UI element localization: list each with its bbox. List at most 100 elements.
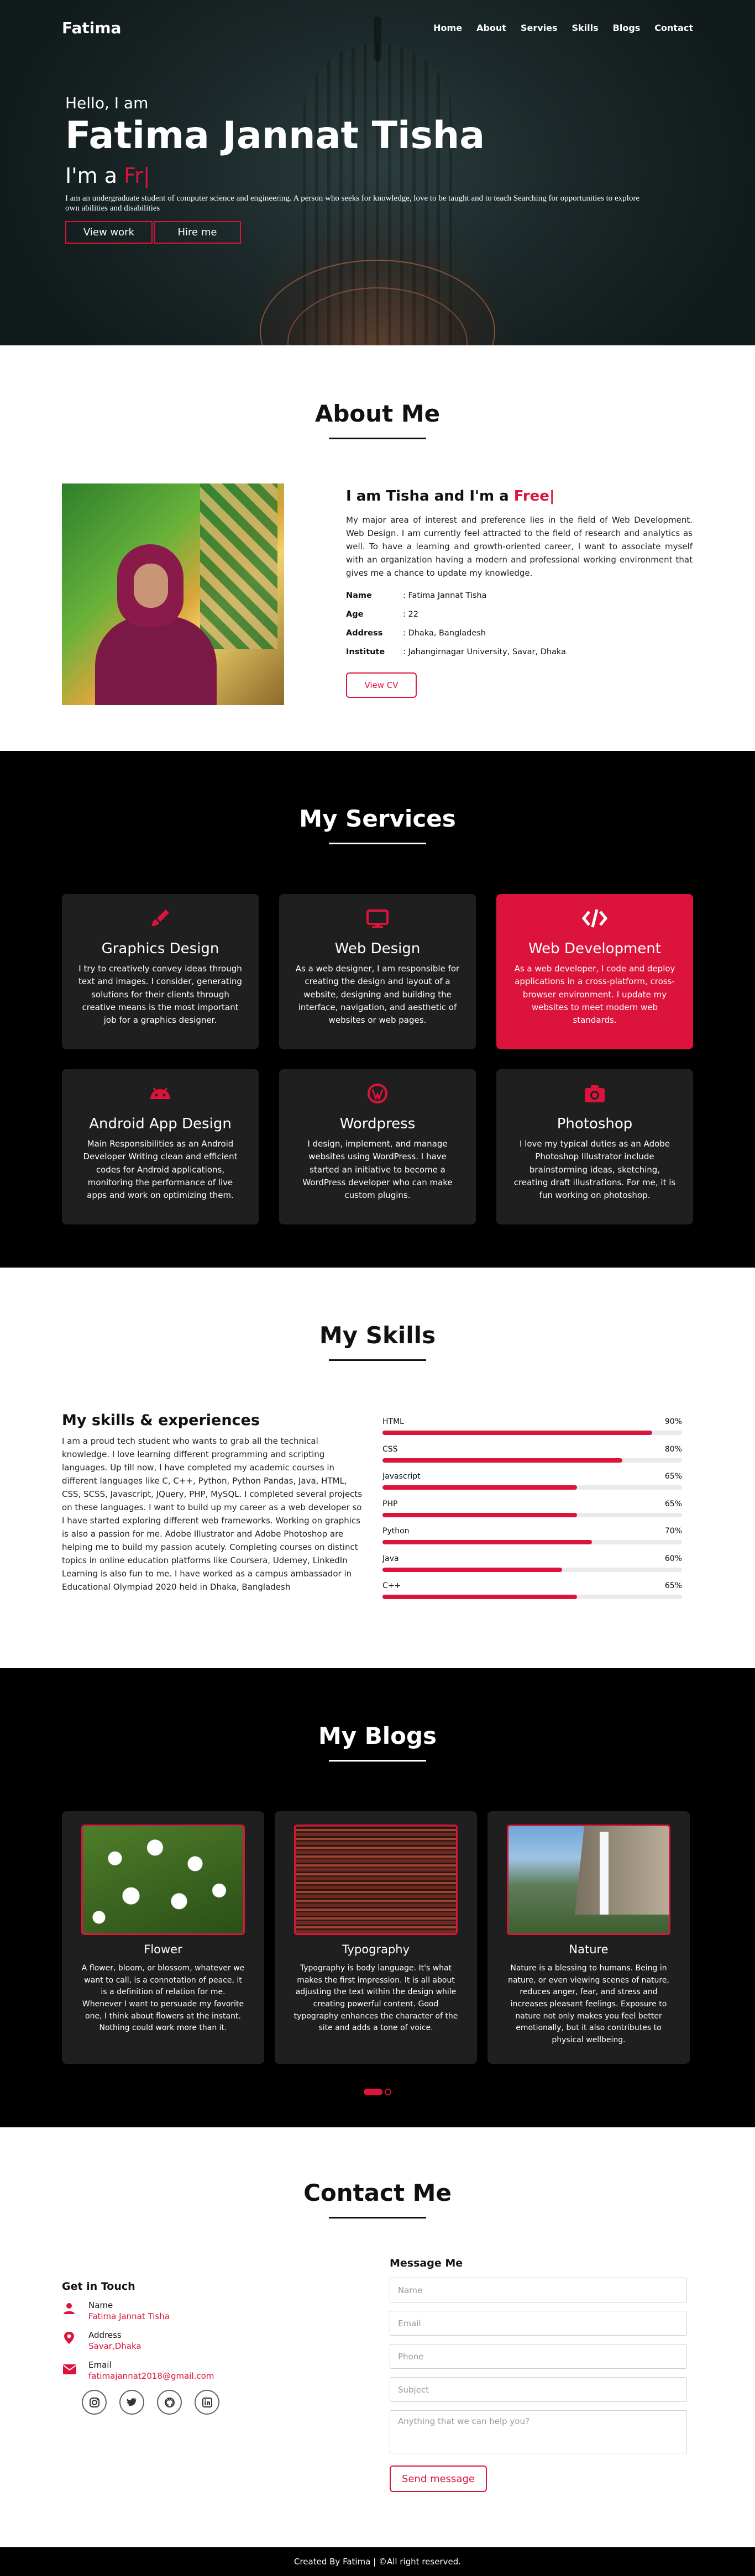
about-title: About Me: [0, 400, 755, 439]
info-key: Age: [346, 610, 364, 619]
image-cliff: [575, 1826, 669, 1915]
skills-heading: My skills & experiences: [62, 1412, 260, 1429]
skill-fill: [382, 1458, 622, 1463]
contact-email-link[interactable]: fatimajannat2018@gmail.com: [88, 2371, 214, 2381]
twitter-icon[interactable]: [119, 2390, 144, 2415]
skill-percent: 70%: [664, 1527, 682, 1536]
skill-name: Javascript: [382, 1472, 421, 1481]
phone-input[interactable]: [390, 2344, 687, 2369]
view-work-button[interactable]: View work: [65, 220, 153, 244]
carousel-dot[interactable]: [385, 2088, 391, 2095]
service-title: Web Development: [528, 940, 661, 957]
name-input[interactable]: [390, 2278, 687, 2302]
skills-title: My Skills: [0, 1322, 755, 1361]
service-title: Photoshop: [557, 1116, 633, 1132]
nav-item-skills[interactable]: Skills: [572, 23, 599, 33]
blog-title: Typography: [342, 1943, 410, 1956]
blog-card-typography[interactable]: Typography Typography is body language. …: [275, 1811, 477, 2064]
subject-input[interactable]: [390, 2377, 687, 2402]
blog-description: A flower, bloom, or blossom, whatever we…: [81, 1964, 245, 2033]
message-textarea[interactable]: [390, 2410, 687, 2453]
skill-track: [382, 1431, 682, 1435]
skill-name: PHP: [382, 1499, 398, 1508]
skills-content: My skills & experiences I am a proud tec…: [62, 1412, 755, 1609]
skill-track: [382, 1458, 682, 1463]
contact-item-name: Name Fatima Jannat Tisha: [62, 2300, 361, 2322]
services-title: My Services: [0, 805, 755, 844]
service-description: As a web designer, I am responsible for …: [295, 964, 460, 1025]
skill-bar: CSS 80%: [382, 1445, 682, 1473]
blog-description: Typography is body language. It's what m…: [293, 1964, 458, 2033]
skill-name: Python: [382, 1527, 410, 1536]
info-value: : Fatima Jannat Tisha: [403, 591, 487, 600]
nav-item-contact[interactable]: Contact: [654, 23, 693, 33]
service-card-android[interactable]: Android App Design Main Responsibilities…: [62, 1069, 259, 1224]
footer-text: Created By Fatima | ©All right reserved.: [294, 2557, 461, 2567]
blog-image: [507, 1825, 670, 1935]
skill-percent: 80%: [664, 1444, 682, 1454]
info-value: : 22: [403, 610, 418, 619]
blogs-section: My Blogs Flower A flower, bloom, or blos…: [0, 1668, 755, 2127]
hero-tagline: I am an undergraduate student of compute…: [65, 193, 639, 213]
contact-item-address: Address Savar,Dhaka: [62, 2330, 361, 2352]
photo-bg-pattern: [200, 483, 277, 649]
skill-fill: [382, 1512, 578, 1517]
skill-name: CSS: [382, 1444, 398, 1454]
info-key: Address: [346, 629, 383, 638]
skill-percent: 60%: [664, 1554, 682, 1563]
blog-carousel: Flower A flower, bloom, or blossom, what…: [62, 1811, 755, 2064]
email-input[interactable]: [390, 2311, 687, 2336]
hero-content: Hello, I am Fatima Jannat Tisha I'm a Fr…: [65, 94, 646, 244]
github-icon[interactable]: [157, 2390, 182, 2415]
nav-item-home[interactable]: Home: [433, 23, 462, 33]
about-section: About Me I am Tisha and I'm a Free| My m…: [0, 345, 755, 751]
skill-percent: 65%: [664, 1472, 682, 1481]
skill-fill: [382, 1567, 563, 1572]
contact-form: Message Me Send message: [390, 2257, 687, 2492]
profile-photo: [62, 483, 284, 705]
carousel-dot-active[interactable]: [364, 2088, 382, 2095]
service-card-web-development[interactable]: Web Development As a web developer, I co…: [496, 894, 693, 1049]
linkedin-icon[interactable]: [195, 2390, 219, 2415]
contact-item-email: Email fatimajannat2018@gmail.com: [62, 2360, 361, 2382]
photo-figure-body: [95, 616, 217, 705]
nav-item-about[interactable]: About: [476, 23, 506, 33]
contact-content: Get in Touch Name Fatima Jannat Tisha Ad…: [62, 2257, 755, 2492]
blog-description: Nature is a blessing to humans. Being in…: [508, 1964, 669, 2045]
contact-section: Contact Me Get in Touch Name Fatima Jann…: [0, 2127, 755, 2547]
location-pin-icon: [62, 2330, 88, 2352]
skill-fill: [382, 1431, 652, 1435]
hero-typing-line: I'm a Fr|: [65, 164, 646, 188]
service-title: Android App Design: [89, 1116, 232, 1132]
service-card-graphics[interactable]: Graphics Design I try to creatively conv…: [62, 894, 259, 1049]
skill-bar: C++ 65%: [382, 1581, 682, 1609]
send-message-button[interactable]: Send message: [390, 2465, 487, 2492]
blog-card-flower[interactable]: Flower A flower, bloom, or blossom, what…: [62, 1811, 264, 2064]
nav-item-services[interactable]: Servies: [521, 23, 558, 33]
info-row-address: Address : Dhaka, Bangladesh: [346, 624, 693, 643]
about-info: I am Tisha and I'm a Free| My major area…: [346, 483, 693, 705]
view-cv-button[interactable]: View CV: [346, 672, 417, 698]
nav-item-blogs[interactable]: Blogs: [613, 23, 641, 33]
blog-title: Nature: [569, 1943, 609, 1956]
skill-bar: Javascript 65%: [382, 1472, 682, 1500]
service-card-web-design[interactable]: Web Design As a web designer, I am respo…: [279, 894, 476, 1049]
navbar: Fatima Home About Servies Skills Blogs C…: [0, 0, 755, 55]
user-icon: [62, 2300, 88, 2322]
skills-text-column: My skills & experiences I am a proud tec…: [62, 1412, 363, 1609]
service-card-wordpress[interactable]: Wordpress I design, implement, and manag…: [279, 1069, 476, 1224]
contact-info: Get in Touch Name Fatima Jannat Tisha Ad…: [62, 2257, 361, 2492]
skill-percent: 65%: [664, 1581, 682, 1590]
hire-me-button[interactable]: Hire me: [154, 220, 241, 244]
service-card-photoshop[interactable]: Photoshop I love my typical duties as an…: [496, 1069, 693, 1224]
service-title: Graphics Design: [101, 940, 219, 957]
instagram-icon[interactable]: [82, 2390, 107, 2415]
hero-typing-prefix: I'm a: [65, 163, 118, 188]
brand-logo[interactable]: Fatima: [62, 19, 121, 37]
blogs-title: My Blogs: [0, 1722, 755, 1762]
about-info-table: Name : Fatima Jannat Tisha Age : 22 Addr…: [346, 586, 693, 661]
blog-card-nature[interactable]: Nature Nature is a blessing to humans. B…: [487, 1811, 690, 2064]
skill-percent: 65%: [664, 1499, 682, 1508]
about-heading-prefix: I am Tisha and I'm a: [346, 488, 509, 504]
blog-image: [294, 1825, 458, 1935]
